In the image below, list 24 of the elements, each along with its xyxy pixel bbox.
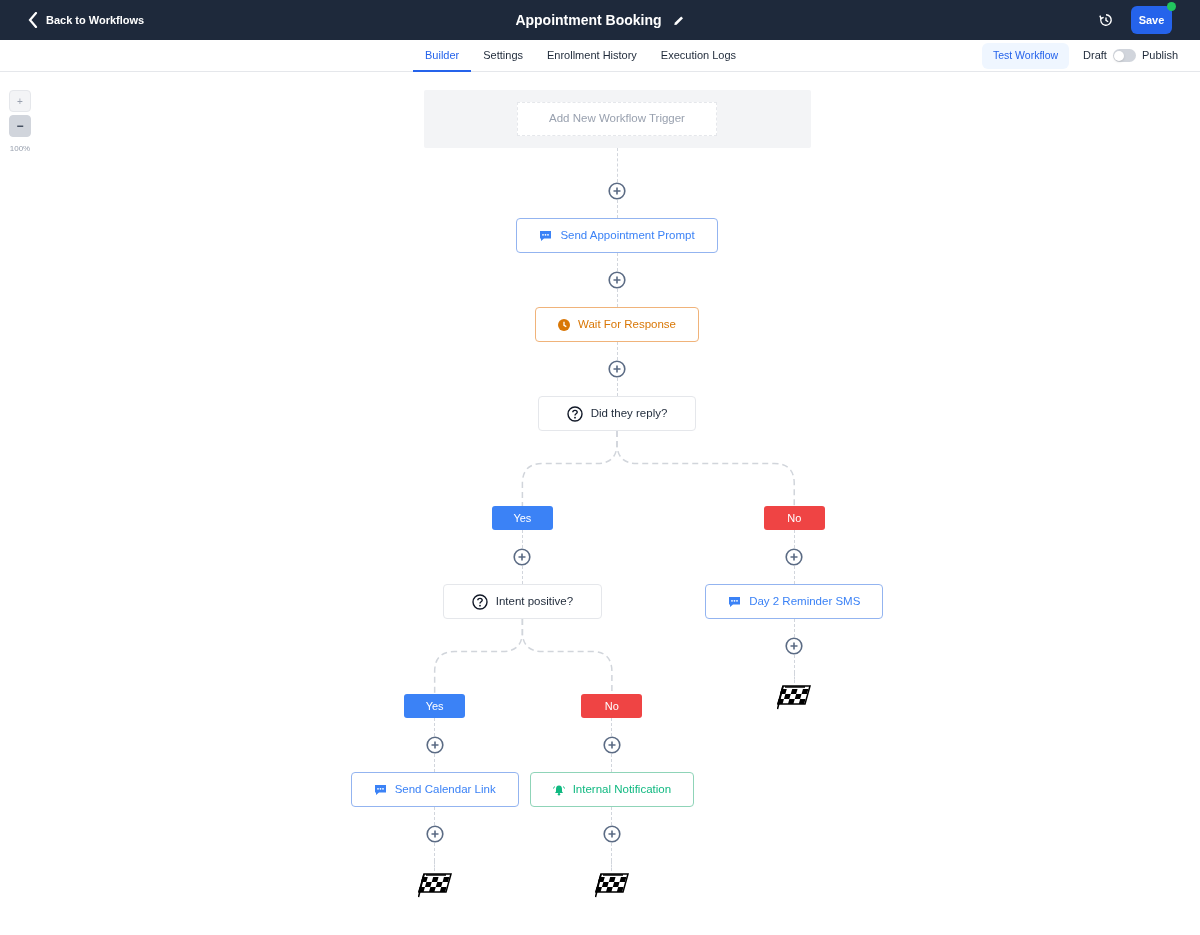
- workflow-title: Appointment Booking: [515, 10, 662, 30]
- save-button[interactable]: Save: [1131, 6, 1172, 34]
- message-step-node[interactable]: Send Appointment Prompt: [516, 218, 718, 253]
- notification-step-node[interactable]: Internal Notification: [529, 772, 695, 807]
- yes-branch-label: Yes: [491, 506, 553, 530]
- test-workflow-button[interactable]: Test Workflow: [981, 42, 1070, 69]
- zoom-level: 100%: [9, 143, 31, 155]
- tab[interactable]: Builder: [413, 40, 472, 72]
- tab[interactable]: Execution Logs: [648, 40, 749, 72]
- wait-step-node[interactable]: Wait For Response: [535, 307, 699, 342]
- publish-label: Publish: [1141, 48, 1178, 64]
- condition-node[interactable]: Did they reply?: [537, 396, 697, 431]
- message-step-node[interactable]: Day 2 Reminder SMS: [705, 584, 884, 619]
- tab[interactable]: Settings: [471, 40, 535, 72]
- tab[interactable]: Enrollment History: [535, 40, 649, 72]
- no-branch-label: No: [763, 506, 825, 530]
- zoom-out-button[interactable]: −: [9, 115, 31, 137]
- message-step-node[interactable]: Send Calendar Link: [350, 772, 519, 807]
- yes-branch-label: Yes: [404, 694, 466, 718]
- draft-label: Draft: [1083, 48, 1107, 64]
- add-trigger-button[interactable]: Add New Workflow Trigger: [517, 102, 717, 136]
- condition-node[interactable]: Intent positive?: [442, 584, 603, 619]
- back-link[interactable]: Back to Workflows: [28, 11, 145, 29]
- no-branch-label: No: [581, 694, 643, 718]
